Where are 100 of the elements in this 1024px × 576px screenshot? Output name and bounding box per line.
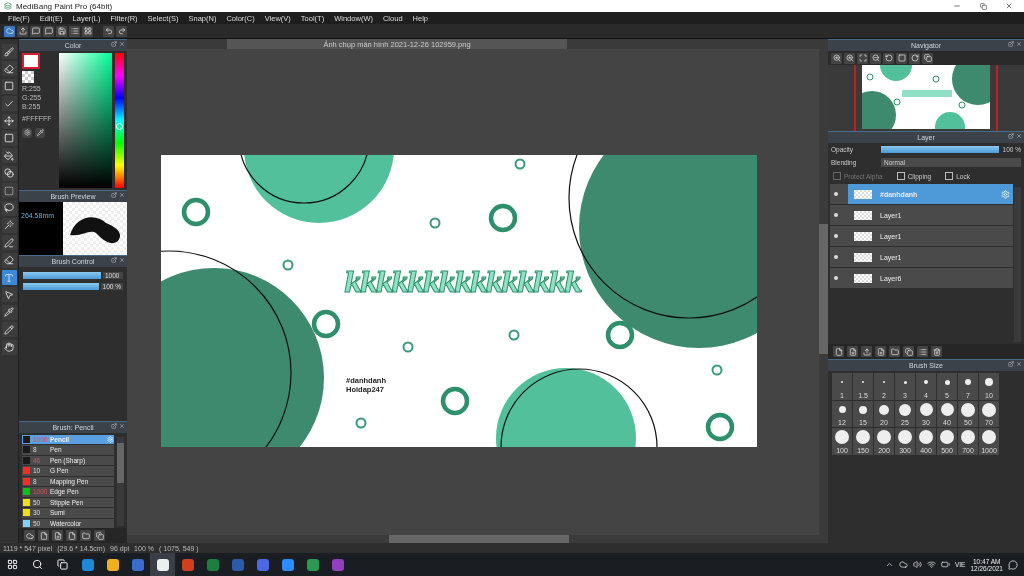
visibility-dot[interactable] [834, 255, 838, 259]
tool-button[interactable] [1, 304, 17, 320]
navigator-button[interactable] [909, 52, 920, 64]
volume-icon[interactable] [912, 560, 922, 569]
popout-icon[interactable] [111, 422, 117, 429]
popout-icon[interactable] [1008, 133, 1014, 139]
cloud-icon[interactable] [898, 560, 908, 569]
transparent-swatch[interactable] [22, 70, 34, 83]
slider-fill[interactable] [23, 282, 99, 290]
toolbar-button[interactable] [116, 25, 127, 37]
tool-button[interactable] [1, 270, 17, 286]
visibility-dot[interactable] [834, 192, 838, 196]
tool-button[interactable] [1, 339, 17, 355]
tool-button[interactable] [1, 217, 17, 233]
cloud-icon [5, 27, 14, 35]
toolbar-button[interactable] [82, 25, 93, 37]
slider-fill[interactable] [23, 271, 101, 279]
navigator-button[interactable] [896, 52, 907, 64]
close-icon[interactable] [119, 422, 125, 429]
navigator-button[interactable] [831, 52, 842, 64]
tool-button[interactable] [1, 44, 17, 59]
app-icon [206, 558, 219, 571]
tool-button[interactable] [1, 148, 17, 164]
layer-button[interactable] [903, 346, 914, 357]
panel-button[interactable] [52, 530, 63, 542]
layer-thumbnail [854, 189, 872, 199]
close-icon[interactable] [1005, 2, 1013, 10]
popout-icon[interactable] [111, 41, 117, 47]
battery-icon[interactable] [940, 560, 950, 569]
toolbar-button[interactable] [56, 25, 67, 37]
visibility-dot[interactable] [834, 213, 838, 217]
app-icon [81, 558, 94, 571]
tool-button[interactable] [1, 78, 17, 94]
panel-button[interactable] [24, 530, 35, 542]
panel-button[interactable] [80, 530, 91, 542]
size-dot [961, 402, 975, 417]
app-icon [156, 558, 169, 571]
chevron-icon[interactable] [884, 560, 894, 569]
toolbar-button[interactable] [4, 25, 15, 37]
navigator-button[interactable] [844, 52, 855, 64]
scrollbar[interactable] [117, 436, 124, 527]
tool-button[interactable] [1, 235, 17, 251]
tool-button[interactable] [1, 183, 17, 199]
restore-icon[interactable] [979, 2, 987, 10]
tool-button[interactable] [1, 113, 17, 129]
app-icon [4, 2, 12, 10]
navigator-button[interactable] [883, 52, 894, 64]
color-picker[interactable] [59, 52, 112, 188]
popout-icon[interactable] [111, 257, 117, 264]
visibility-dot[interactable] [834, 276, 838, 280]
visibility-dot[interactable] [834, 234, 838, 238]
wifi-icon[interactable] [926, 560, 936, 569]
trash-icon [932, 347, 941, 356]
layer-button[interactable] [889, 346, 900, 357]
pointer-icon [4, 289, 14, 300]
toolbar-button[interactable] [103, 25, 114, 37]
hue-bar[interactable] [115, 52, 124, 188]
navigator-button[interactable] [857, 52, 868, 64]
tool-button[interactable] [1, 322, 17, 338]
popout-icon[interactable] [1008, 361, 1014, 367]
taskbar-app[interactable] [150, 552, 175, 576]
toolbar-button[interactable] [17, 25, 28, 37]
color-button[interactable] [35, 127, 45, 138]
app-icon [131, 558, 144, 571]
checkbox[interactable] [945, 172, 954, 180]
thumbnail-drawing[interactable] [862, 65, 990, 129]
color-swatch[interactable] [22, 52, 40, 69]
add-layer-icon [876, 347, 885, 356]
close-icon[interactable] [119, 257, 125, 264]
tool-button[interactable] [1, 96, 17, 112]
notification-icon[interactable] [1008, 559, 1018, 570]
size-dot [924, 380, 928, 385]
layer-button[interactable] [931, 346, 942, 357]
navigator-button[interactable] [870, 52, 881, 64]
tool-button[interactable] [1, 130, 17, 146]
panel-button[interactable] [66, 530, 77, 542]
popout-icon[interactable] [1008, 41, 1014, 47]
layer-button[interactable] [847, 346, 858, 357]
tool-button[interactable] [1, 61, 17, 77]
toolbar-button[interactable] [30, 25, 41, 37]
tool-button[interactable] [1, 287, 17, 303]
popout-icon[interactable] [111, 191, 117, 198]
scrollbar[interactable] [127, 535, 828, 543]
panel-button[interactable] [38, 530, 49, 542]
close-icon[interactable] [119, 191, 125, 198]
move-icon [4, 116, 14, 127]
toolbar-button[interactable] [69, 25, 80, 37]
layer-button[interactable] [833, 346, 844, 357]
layer-button[interactable] [861, 346, 872, 357]
tool-button[interactable] [1, 200, 17, 216]
panel-button[interactable] [94, 530, 105, 542]
checkbox[interactable] [896, 172, 905, 180]
tool-button[interactable] [1, 252, 17, 268]
layer-button[interactable] [875, 346, 886, 357]
tool-button[interactable] [1, 165, 17, 181]
scrollbar[interactable] [1014, 187, 1021, 342]
opacity-slider[interactable] [881, 146, 999, 153]
text-icon [4, 272, 14, 283]
hand-icon [4, 342, 14, 353]
toolbar-button[interactable] [43, 25, 54, 37]
